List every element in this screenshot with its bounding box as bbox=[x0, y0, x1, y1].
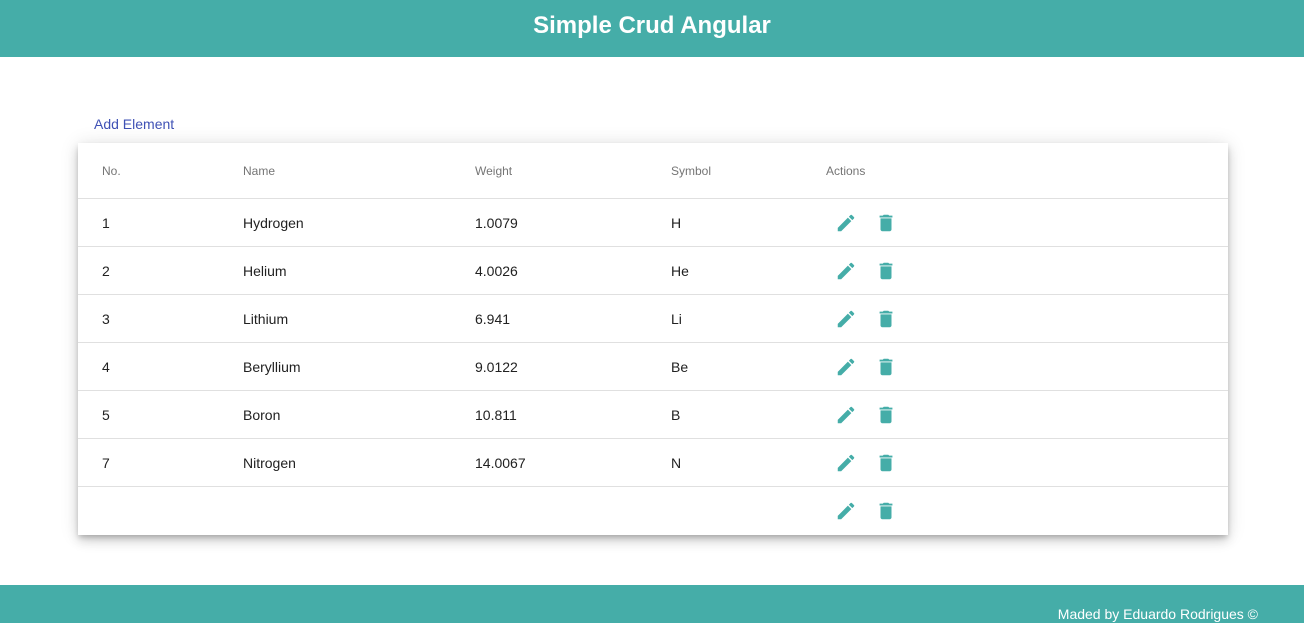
table-row: 1 Hydrogen 1.0079 H bbox=[78, 199, 1228, 247]
pencil-icon bbox=[835, 500, 857, 522]
table-row: 2 Helium 4.0026 He bbox=[78, 247, 1228, 295]
column-header-symbol[interactable]: Symbol bbox=[671, 143, 711, 198]
row-actions bbox=[834, 343, 898, 390]
trash-icon bbox=[875, 404, 897, 426]
edit-button[interactable] bbox=[834, 355, 858, 379]
cell-weight: 14.0067 bbox=[475, 454, 526, 471]
delete-button[interactable] bbox=[874, 499, 898, 523]
cell-symbol: H bbox=[671, 214, 682, 231]
column-header-name[interactable]: Name bbox=[243, 143, 275, 198]
cell-name: Helium bbox=[243, 262, 287, 279]
cell-weight: 10.811 bbox=[475, 406, 517, 423]
edit-button[interactable] bbox=[834, 211, 858, 235]
footer-credit: Maded by Eduardo Rodrigues © bbox=[1057, 606, 1258, 622]
table-row: 4 Beryllium 9.0122 Be bbox=[78, 343, 1228, 391]
cell-no: 7 bbox=[102, 454, 110, 471]
row-actions bbox=[834, 487, 898, 535]
table-row: 7 Nitrogen 14.0067 N bbox=[78, 439, 1228, 487]
pencil-icon bbox=[835, 452, 857, 474]
add-element-button[interactable]: Add Element bbox=[94, 116, 174, 132]
trash-icon bbox=[875, 212, 897, 234]
row-actions bbox=[834, 439, 898, 486]
cell-weight: 1.0079 bbox=[475, 214, 518, 231]
pencil-icon bbox=[835, 356, 857, 378]
cell-symbol: B bbox=[671, 406, 681, 423]
cell-no: 1 bbox=[102, 214, 110, 231]
cell-no: 4 bbox=[102, 358, 110, 375]
table-body: 1 Hydrogen 1.0079 H 2 Helium 4.0026 He 3 Lithium 6… bbox=[78, 199, 1228, 535]
delete-button[interactable] bbox=[874, 403, 898, 427]
trash-icon bbox=[875, 308, 897, 330]
row-actions bbox=[834, 247, 898, 294]
row-actions bbox=[834, 199, 898, 246]
edit-button[interactable] bbox=[834, 499, 858, 523]
delete-button[interactable] bbox=[874, 307, 898, 331]
column-header-no[interactable]: No. bbox=[102, 143, 121, 198]
table-row: 3 Lithium 6.941 Li bbox=[78, 295, 1228, 343]
delete-button[interactable] bbox=[874, 211, 898, 235]
cell-no: 3 bbox=[102, 310, 110, 327]
pencil-icon bbox=[835, 260, 857, 282]
delete-button[interactable] bbox=[874, 355, 898, 379]
elements-table: No. Name Weight Symbol Actions 1 Hydrogen… bbox=[78, 143, 1228, 535]
app-footer: Maded by Eduardo Rodrigues © bbox=[0, 585, 1304, 623]
table-header-row: No. Name Weight Symbol Actions bbox=[78, 143, 1228, 199]
cell-symbol: Be bbox=[671, 358, 689, 375]
trash-icon bbox=[875, 452, 897, 474]
edit-button[interactable] bbox=[834, 451, 858, 475]
edit-button[interactable] bbox=[834, 259, 858, 283]
row-actions bbox=[834, 391, 898, 438]
table-row bbox=[78, 487, 1228, 535]
cell-weight: 4.0026 bbox=[475, 262, 518, 279]
cell-name: Nitrogen bbox=[243, 454, 296, 471]
cell-weight: 6.941 bbox=[475, 310, 511, 327]
app-header: Simple Crud Angular bbox=[0, 0, 1304, 57]
pencil-icon bbox=[835, 308, 857, 330]
delete-button[interactable] bbox=[874, 259, 898, 283]
row-actions bbox=[834, 295, 898, 342]
cell-no: 5 bbox=[102, 406, 110, 423]
edit-button[interactable] bbox=[834, 403, 858, 427]
cell-no: 2 bbox=[102, 262, 110, 279]
pencil-icon bbox=[835, 212, 857, 234]
delete-button[interactable] bbox=[874, 451, 898, 475]
cell-weight: 9.0122 bbox=[475, 358, 518, 375]
column-header-weight[interactable]: Weight bbox=[475, 143, 512, 198]
trash-icon bbox=[875, 260, 897, 282]
column-header-actions: Actions bbox=[826, 163, 866, 178]
cell-symbol: Li bbox=[671, 310, 682, 327]
cell-name: Beryllium bbox=[243, 358, 301, 375]
cell-name: Boron bbox=[243, 406, 281, 423]
table-row: 5 Boron 10.811 B bbox=[78, 391, 1228, 439]
cell-name: Hydrogen bbox=[243, 214, 304, 231]
cell-symbol: N bbox=[671, 454, 682, 471]
page-title: Simple Crud Angular bbox=[533, 11, 771, 39]
trash-icon bbox=[875, 356, 897, 378]
cell-name: Lithium bbox=[243, 310, 289, 327]
cell-symbol: He bbox=[671, 262, 689, 279]
trash-icon bbox=[875, 500, 897, 522]
edit-button[interactable] bbox=[834, 307, 858, 331]
pencil-icon bbox=[835, 404, 857, 426]
